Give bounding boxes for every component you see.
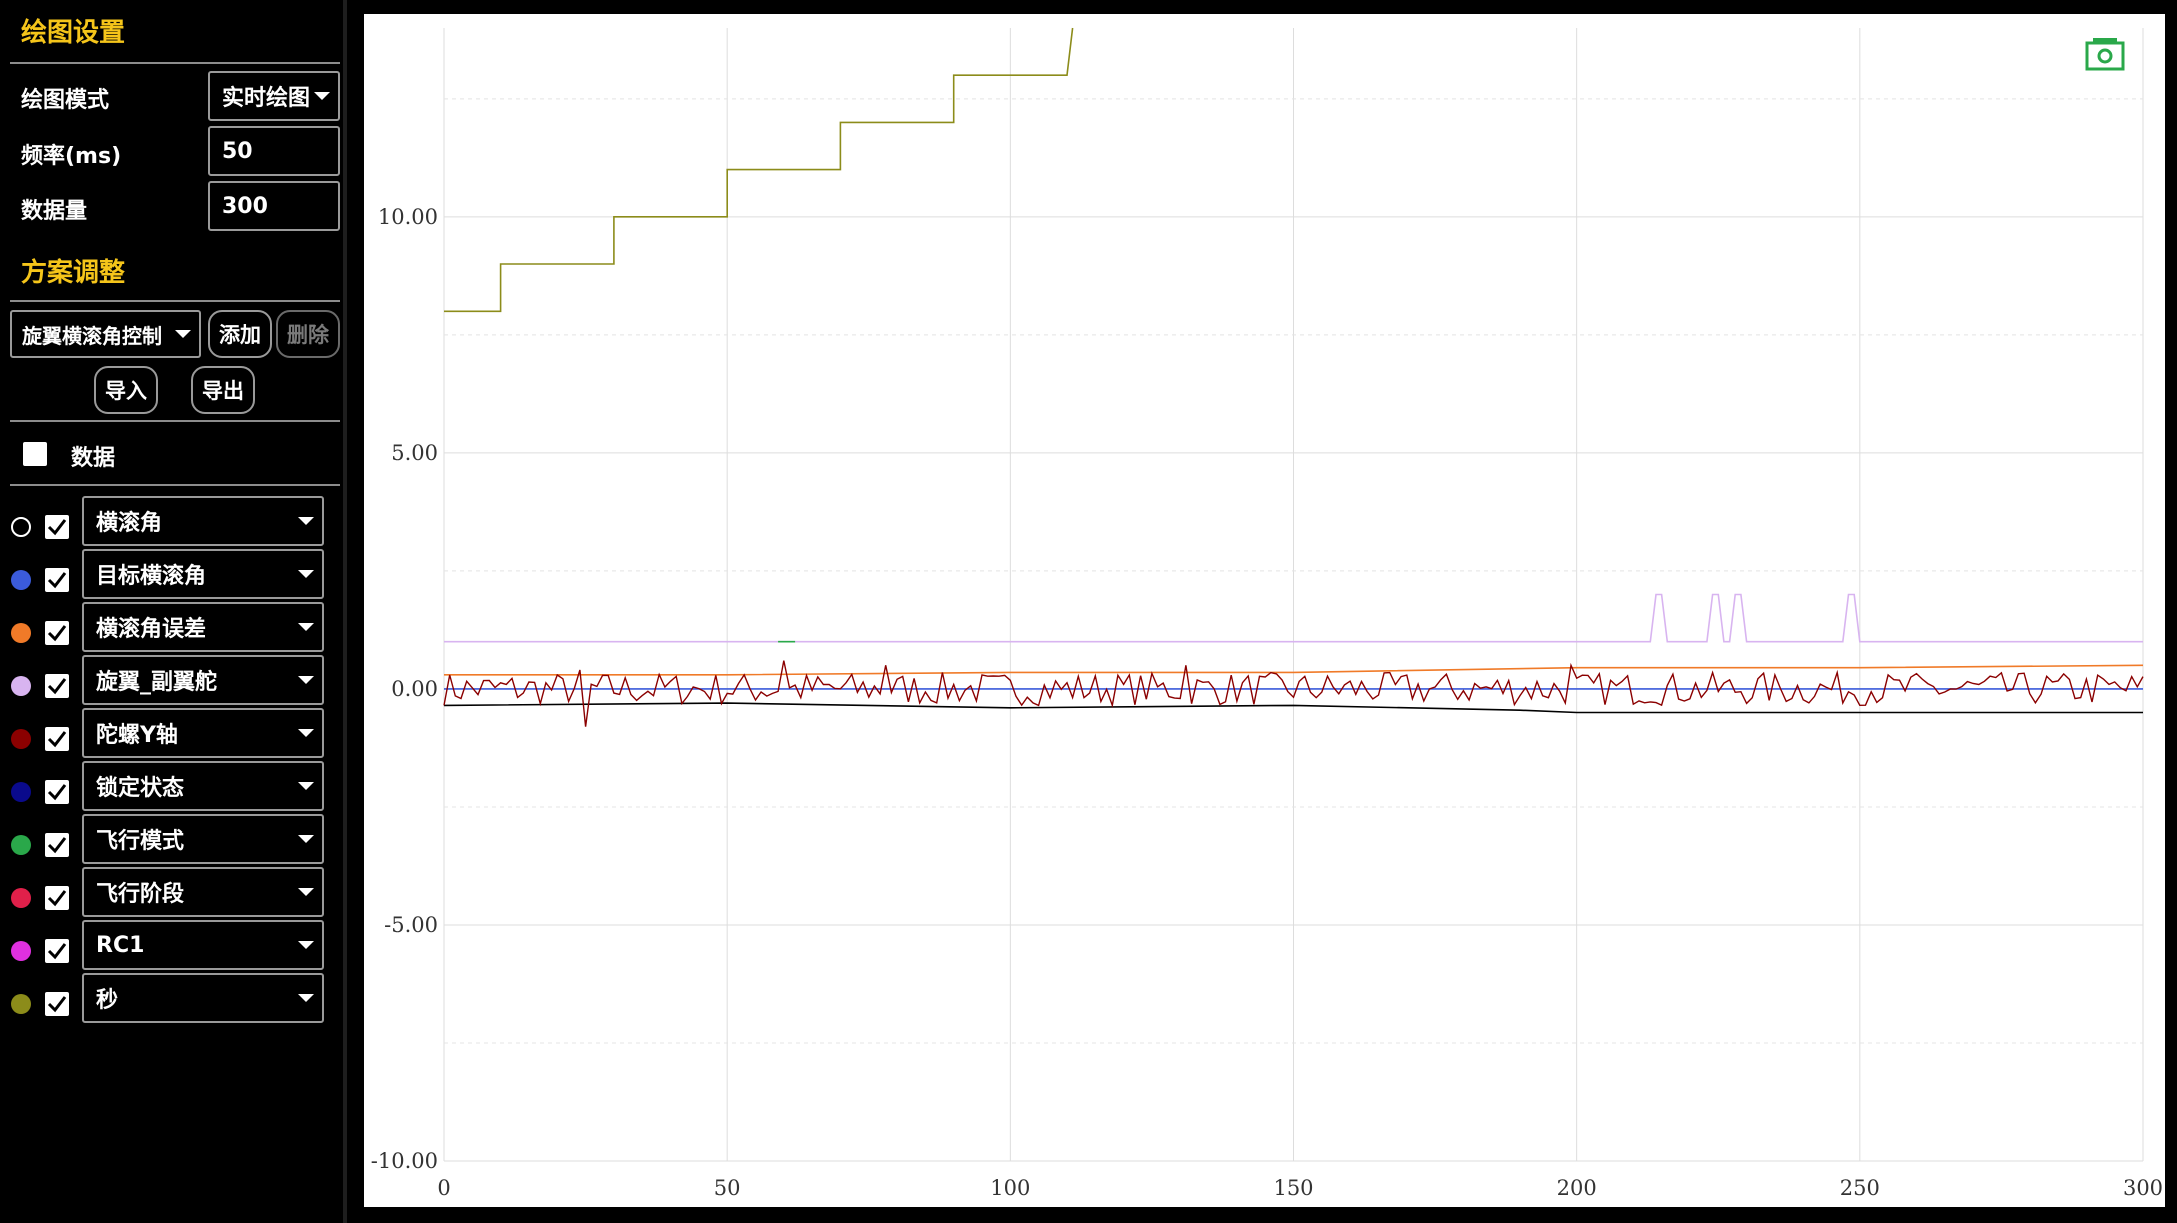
- import-button[interactable]: 导入: [94, 366, 158, 414]
- check-icon: [47, 519, 67, 536]
- series-select[interactable]: 锁定状态: [82, 761, 324, 811]
- series-select[interactable]: 横滚角: [82, 496, 324, 546]
- y-tick-label: -10.00: [371, 1149, 438, 1173]
- series-color-dot[interactable]: [11, 570, 31, 590]
- line-chart: 0 50 100 150 200 250 300 10.00 5.00 0.00 -5.00 -10.…: [371, 27, 2163, 1200]
- sidebar: 绘图设置 绘图模式 实时绘图 频率(ms) 50 数据量 300 方案调整 旋翼…: [0, 0, 343, 1223]
- series-select-label: RC1: [96, 932, 145, 958]
- data-checkbox[interactable]: [23, 442, 47, 466]
- series-color-dot[interactable]: [11, 782, 31, 802]
- series-color-dot[interactable]: [11, 888, 31, 908]
- series-select[interactable]: 飞行模式: [82, 814, 324, 864]
- check-icon: [47, 837, 67, 854]
- series-select[interactable]: 目标横滚角: [82, 549, 324, 599]
- series-select[interactable]: 飞行阶段: [82, 867, 324, 917]
- check-icon: [47, 625, 67, 642]
- scheme-select[interactable]: 旋翼横滚角控制: [10, 310, 201, 358]
- y-tick-label: 5.00: [391, 441, 438, 465]
- series-line: [444, 27, 1074, 313]
- series-select[interactable]: 陀螺Y轴: [82, 708, 324, 758]
- series-select-label: 目标横滚角: [96, 564, 207, 589]
- freq-input[interactable]: 50: [208, 126, 340, 176]
- export-button[interactable]: 导出: [191, 366, 255, 414]
- delete-button[interactable]: 删除: [276, 310, 340, 358]
- freq-input-value: 50: [222, 138, 253, 164]
- series-checkbox[interactable]: [45, 621, 69, 645]
- series-select-label: 锁定状态: [96, 776, 185, 801]
- check-icon: [47, 890, 67, 907]
- series-select-label: 飞行阶段: [96, 882, 185, 907]
- divider: [10, 62, 340, 64]
- series-color-dot[interactable]: [11, 941, 31, 961]
- count-input[interactable]: 300: [208, 181, 340, 231]
- x-tick-label: 200: [1557, 1176, 1597, 1200]
- mode-select[interactable]: 实时绘图: [208, 71, 340, 121]
- check-icon: [47, 572, 67, 589]
- series-checkbox[interactable]: [45, 568, 69, 592]
- series-checkbox[interactable]: [45, 992, 69, 1016]
- series-checkbox[interactable]: [45, 674, 69, 698]
- mode-select-value: 实时绘图: [222, 86, 311, 111]
- series-color-dot[interactable]: [11, 676, 31, 696]
- count-label: 数据量: [21, 199, 88, 224]
- series-select[interactable]: RC1: [82, 920, 324, 970]
- series-checkbox[interactable]: [45, 780, 69, 804]
- series-select-label: 陀螺Y轴: [96, 723, 178, 748]
- check-icon: [47, 784, 67, 801]
- scheme-select-value: 旋翼横滚角控制: [22, 323, 162, 348]
- series-checkbox[interactable]: [45, 886, 69, 910]
- divider: [10, 420, 340, 422]
- y-tick-label: 0.00: [391, 677, 438, 701]
- check-icon: [47, 996, 67, 1013]
- x-tick-label: 300: [2123, 1176, 2163, 1200]
- series-checkbox[interactable]: [45, 727, 69, 751]
- series-select-label: 秒: [96, 988, 119, 1013]
- data-label: 数据: [71, 446, 116, 471]
- x-tick-label: 50: [714, 1176, 741, 1200]
- series-color-dot[interactable]: [11, 835, 31, 855]
- series-color-dot[interactable]: [11, 623, 31, 643]
- series-select[interactable]: 秒: [82, 973, 324, 1023]
- freq-label: 频率(ms): [21, 144, 122, 169]
- check-icon: [47, 731, 67, 748]
- series-select[interactable]: 横滚角误差: [82, 602, 324, 652]
- y-tick-label: -5.00: [384, 913, 438, 937]
- y-tick-label: 10.00: [378, 205, 438, 229]
- series-color-dot[interactable]: [11, 729, 31, 749]
- series-select-label: 旋翼_副翼舵: [96, 670, 218, 695]
- series-checkbox[interactable]: [45, 939, 69, 963]
- series-checkbox[interactable]: [45, 833, 69, 857]
- x-tick-label: 100: [990, 1176, 1030, 1200]
- mode-label: 绘图模式: [21, 88, 110, 113]
- check-icon: [47, 678, 67, 695]
- camera-icon[interactable]: [2085, 37, 2125, 71]
- series-color-dot[interactable]: [11, 517, 31, 537]
- divider: [10, 484, 340, 486]
- settings-title: 绘图设置: [21, 18, 126, 48]
- count-input-value: 300: [222, 193, 268, 219]
- series-select-label: 飞行模式: [96, 829, 185, 854]
- add-button[interactable]: 添加: [208, 310, 272, 358]
- series-select[interactable]: 旋翼_副翼舵: [82, 655, 324, 705]
- sidebar-divider[interactable]: [343, 0, 347, 1223]
- divider: [10, 300, 340, 302]
- series-checkbox[interactable]: [45, 515, 69, 539]
- x-tick-label: 250: [1840, 1176, 1880, 1200]
- scheme-title: 方案调整: [21, 258, 126, 288]
- check-icon: [47, 943, 67, 960]
- plot-area[interactable]: 0 50 100 150 200 250 300 10.00 5.00 0.00 -5.00 -10.…: [364, 14, 2165, 1207]
- series-select-label: 横滚角: [96, 511, 163, 536]
- x-tick-label: 150: [1273, 1176, 1313, 1200]
- x-tick-label: 0: [437, 1176, 450, 1200]
- series-color-dot[interactable]: [11, 994, 31, 1014]
- series-select-label: 横滚角误差: [96, 617, 207, 642]
